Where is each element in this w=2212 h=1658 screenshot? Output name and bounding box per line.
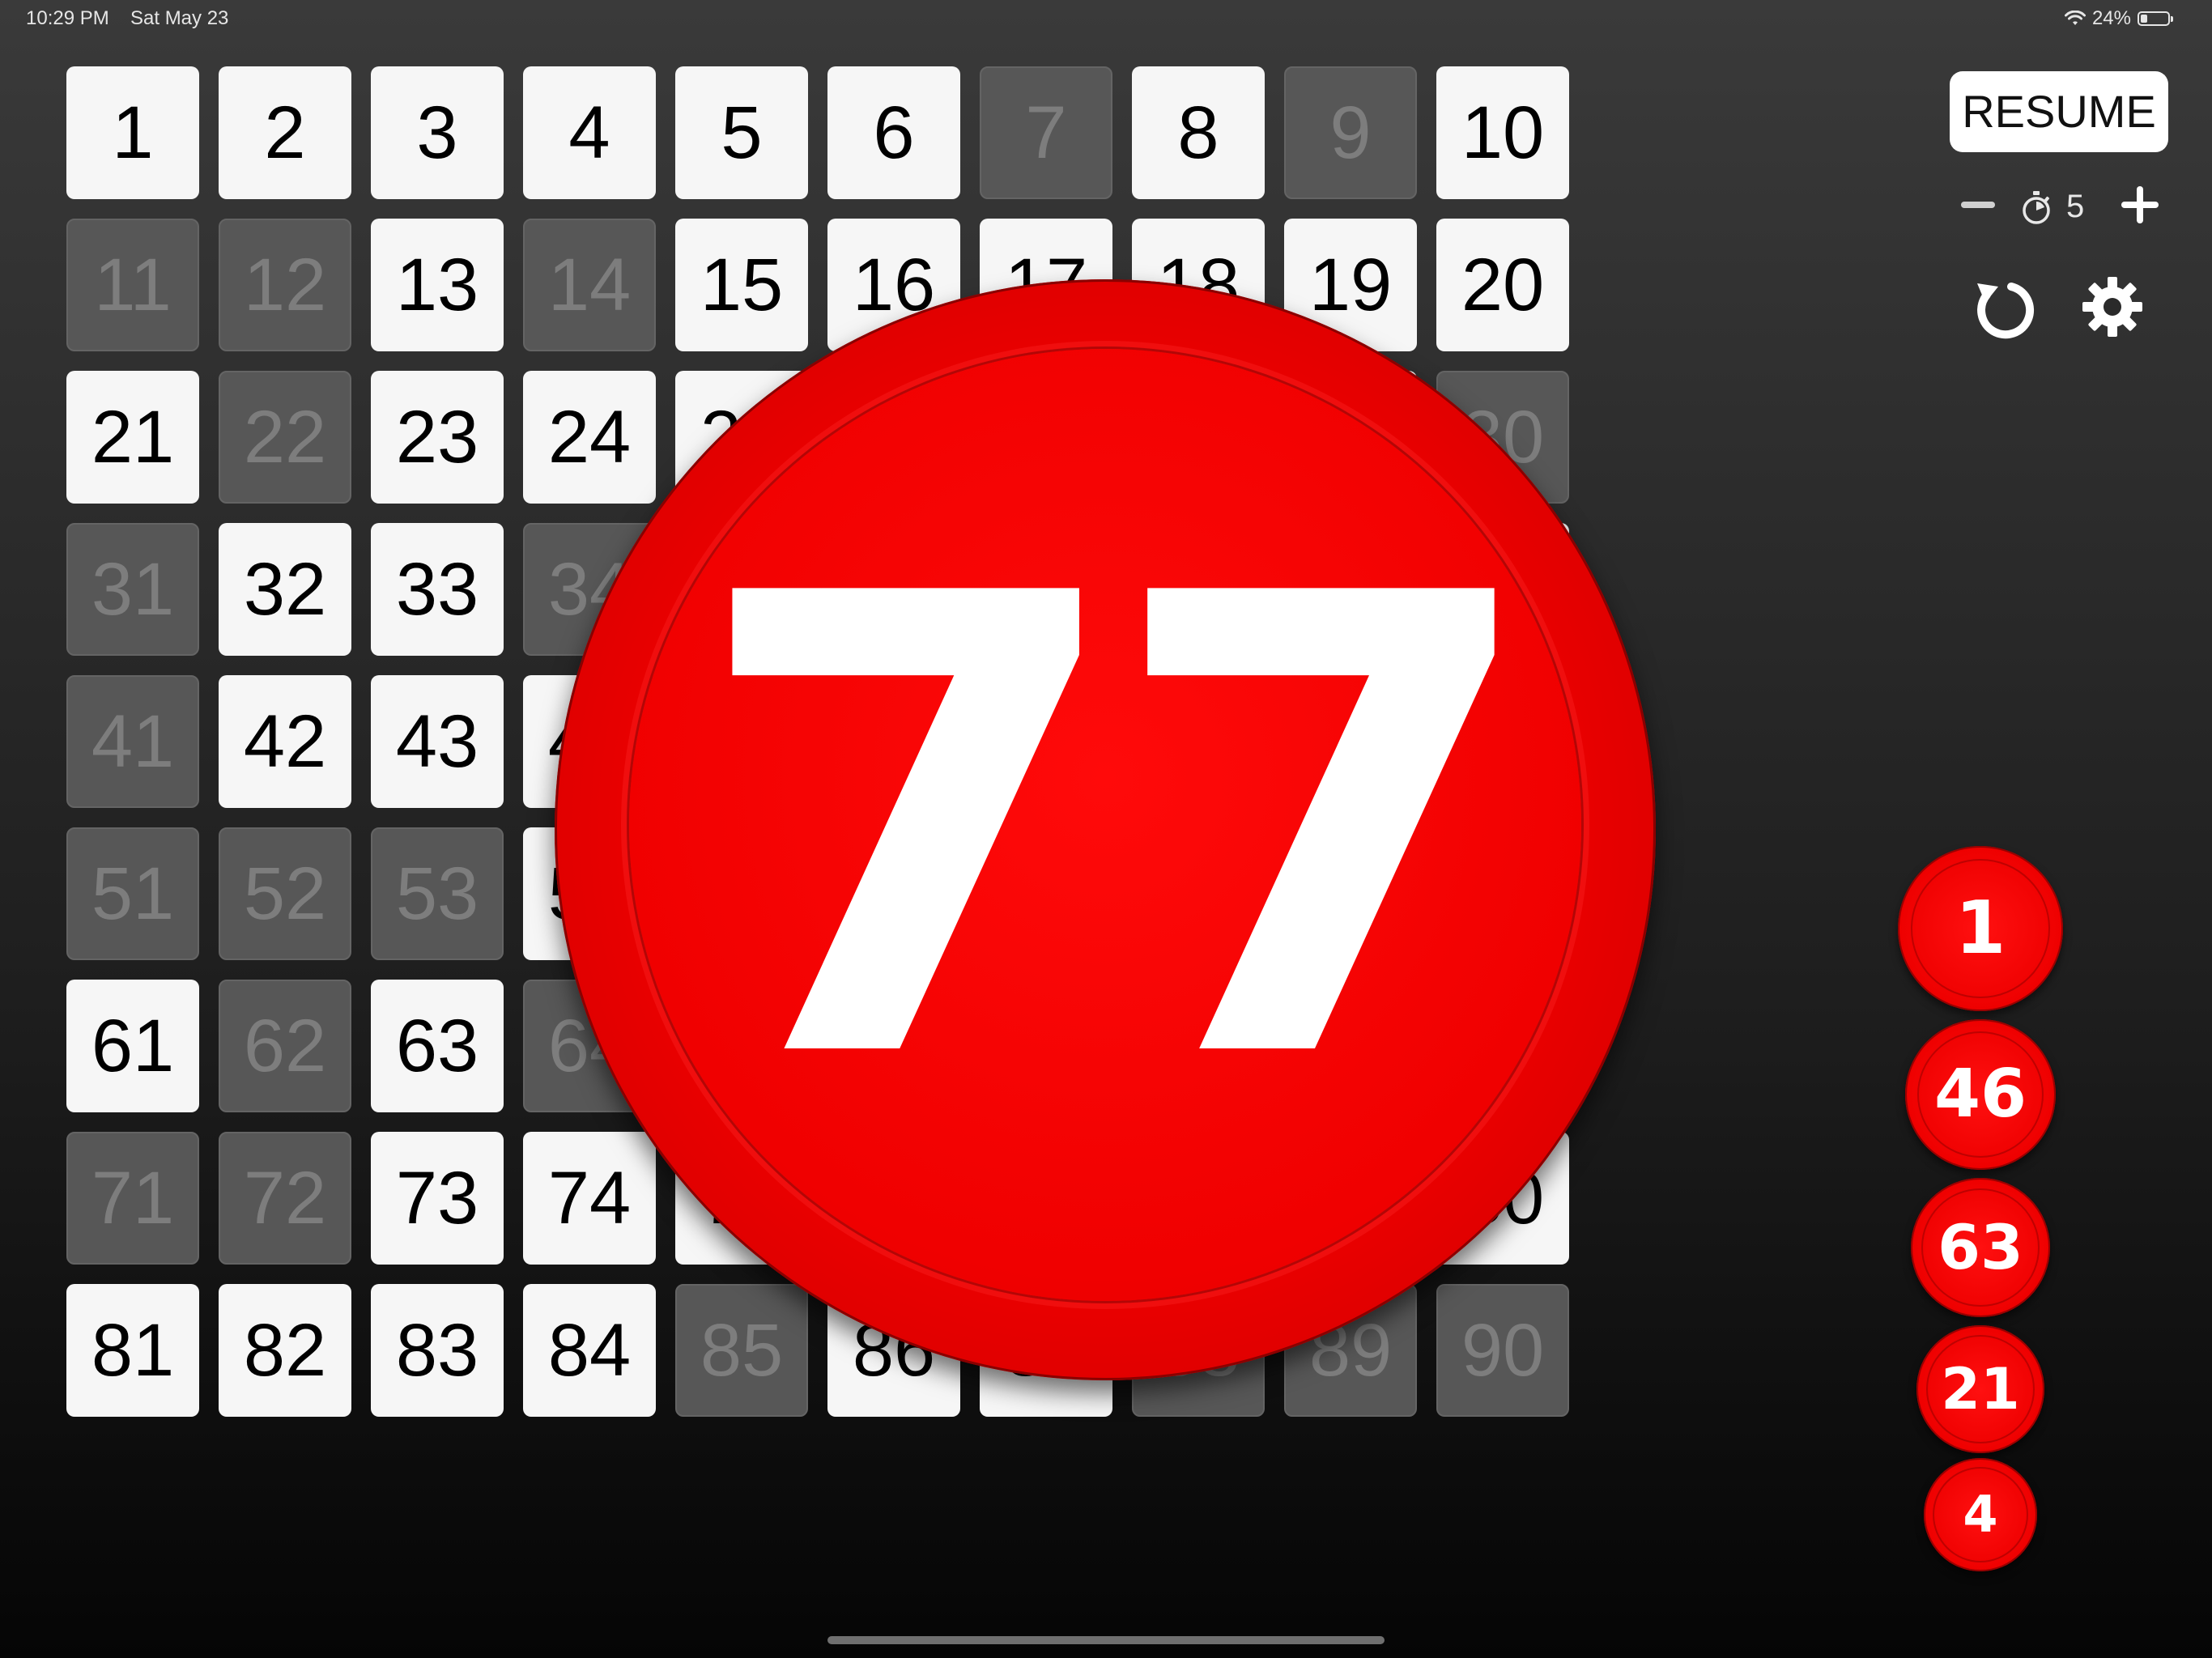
board-tile[interactable]: 13 <box>371 219 504 351</box>
board-tile[interactable]: 73 <box>371 1132 504 1265</box>
board-tile[interactable]: 10 <box>1436 66 1569 199</box>
minus-icon[interactable] <box>1961 202 1995 208</box>
history-ball-number: 46 <box>1933 1056 2027 1133</box>
battery-level <box>2141 15 2147 23</box>
history-ball: 63 <box>1911 1178 2050 1317</box>
status-right: 24% <box>2064 7 2173 30</box>
board-tile[interactable]: 52 <box>219 827 351 960</box>
board-tile[interactable]: 43 <box>371 675 504 808</box>
board-tile[interactable]: 11 <box>66 219 199 351</box>
board-tile[interactable]: 33 <box>371 523 504 656</box>
board-tile[interactable]: 71 <box>66 1132 199 1265</box>
timer-value: 5 <box>2066 189 2085 224</box>
history-ball-number: 4 <box>1963 1485 1998 1544</box>
battery-icon <box>2138 11 2173 26</box>
board-tile[interactable]: 6 <box>827 66 960 199</box>
board-tile[interactable]: 41 <box>66 675 199 808</box>
board-tile[interactable]: 83 <box>371 1284 504 1417</box>
home-indicator[interactable] <box>827 1636 1385 1644</box>
board-tile[interactable]: 1 <box>66 66 199 199</box>
board-tile[interactable]: 53 <box>371 827 504 960</box>
current-ball: 77 <box>555 279 1656 1380</box>
board-tile[interactable]: 2 <box>219 66 351 199</box>
plus-icon[interactable] <box>2121 186 2159 223</box>
board-tile[interactable]: 82 <box>219 1284 351 1417</box>
board-tile[interactable]: 8 <box>1132 66 1265 199</box>
board-tile[interactable]: 61 <box>66 980 199 1112</box>
board-tile[interactable]: 12 <box>219 219 351 351</box>
resume-button[interactable]: RESUME <box>1950 71 2168 152</box>
status-date: Sat May 23 <box>130 7 229 29</box>
stopwatch-icon <box>2023 191 2050 224</box>
board-tile[interactable]: 63 <box>371 980 504 1112</box>
history-ball-number: 1 <box>1955 886 2006 971</box>
board-tile[interactable]: 72 <box>219 1132 351 1265</box>
board-tile[interactable]: 32 <box>219 523 351 656</box>
board-tile[interactable]: 3 <box>371 66 504 199</box>
timer-control: 5 <box>1959 182 2162 231</box>
board-tile[interactable]: 22 <box>219 371 351 504</box>
board-tile[interactable]: 51 <box>66 827 199 960</box>
board-tile[interactable]: 81 <box>66 1284 199 1417</box>
wifi-icon <box>2064 11 2086 25</box>
history-ball-number: 63 <box>1938 1211 2023 1283</box>
board-tile[interactable]: 42 <box>219 675 351 808</box>
board-tile[interactable]: 9 <box>1284 66 1417 199</box>
board-tile[interactable]: 7 <box>980 66 1112 199</box>
board-tile[interactable]: 5 <box>675 66 808 199</box>
reset-icon[interactable] <box>1969 275 2039 345</box>
status-bar: 10:29 PM Sat May 23 24% <box>0 0 2212 39</box>
board-tile[interactable]: 31 <box>66 523 199 656</box>
battery-percent: 24% <box>2091 7 2131 29</box>
board-tile[interactable]: 62 <box>219 980 351 1112</box>
board-tile[interactable]: 4 <box>523 66 656 199</box>
history-ball-number: 21 <box>1941 1356 2020 1422</box>
history-ball: 21 <box>1916 1325 2044 1453</box>
history-ball: 46 <box>1905 1019 2056 1170</box>
board-tile[interactable]: 23 <box>371 371 504 504</box>
history-ball: 4 <box>1924 1458 2037 1571</box>
status-time: 10:29 PM <box>26 7 109 29</box>
gear-icon[interactable] <box>2081 275 2144 338</box>
current-ball-number: 77 <box>690 462 1544 1197</box>
history-ball: 1 <box>1898 846 2063 1011</box>
board-tile[interactable]: 21 <box>66 371 199 504</box>
